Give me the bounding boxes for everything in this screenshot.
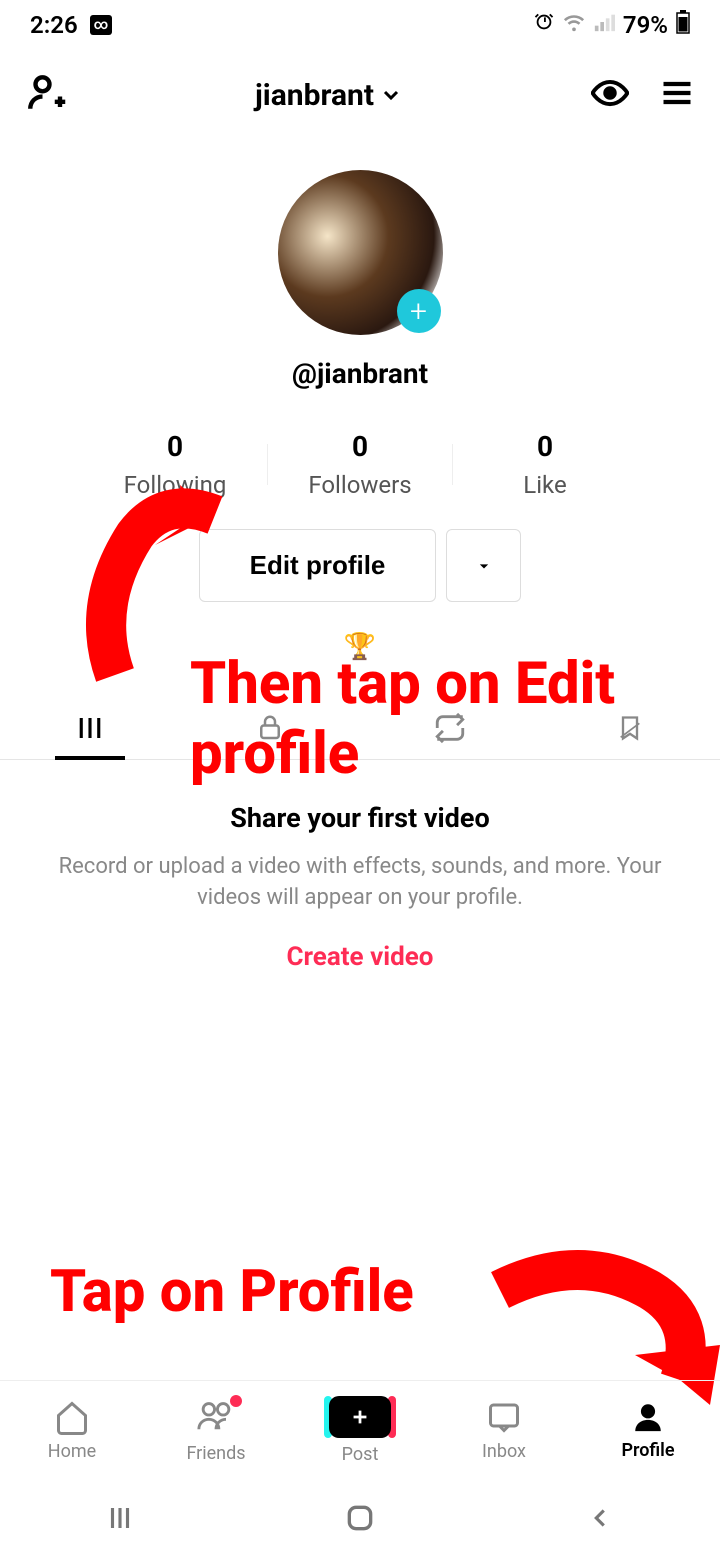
avatar-section: + @jianbrant bbox=[0, 170, 720, 390]
content-tabs bbox=[0, 697, 720, 760]
inbox-icon bbox=[486, 1399, 522, 1435]
post-button-icon bbox=[329, 1396, 391, 1438]
battery-icon bbox=[676, 10, 690, 40]
system-home-button[interactable] bbox=[344, 1502, 376, 1538]
like-label: Like bbox=[453, 471, 638, 499]
followers-stat[interactable]: 0 Followers bbox=[268, 430, 453, 499]
empty-title: Share your first video bbox=[50, 802, 670, 834]
alarm-icon bbox=[533, 11, 555, 39]
bio-trophy: 🏆 bbox=[0, 632, 720, 662]
voicemail-icon: ∞ bbox=[90, 15, 113, 35]
annotation-profile: Tap on Profile bbox=[50, 1258, 414, 1328]
profile-icon bbox=[631, 1400, 665, 1434]
grid-icon bbox=[75, 713, 105, 743]
viewer-button[interactable] bbox=[591, 74, 629, 116]
following-label: Following bbox=[83, 471, 268, 499]
tab-posts[interactable] bbox=[0, 697, 180, 759]
like-stat[interactable]: 0 Like bbox=[453, 430, 638, 499]
friends-notification-dot bbox=[230, 1395, 242, 1407]
nav-post-label: Post bbox=[342, 1444, 379, 1465]
header-username: jianbrant bbox=[255, 78, 374, 113]
status-bar: 2:26 ∞ 79% bbox=[0, 0, 720, 50]
signal-icon bbox=[593, 11, 615, 39]
chevron-down-icon bbox=[379, 83, 403, 107]
profile-more-button[interactable] bbox=[446, 529, 521, 602]
tab-private[interactable] bbox=[180, 697, 360, 759]
status-time: 2:26 bbox=[30, 11, 78, 39]
repost-icon bbox=[433, 711, 467, 745]
following-stat[interactable]: 0 Following bbox=[83, 430, 268, 499]
battery-percent: 79% bbox=[623, 11, 668, 39]
lock-tab-icon bbox=[255, 713, 285, 743]
stats-row: 0 Following 0 Followers 0 Like bbox=[0, 430, 720, 499]
nav-profile[interactable]: Profile bbox=[576, 1381, 720, 1480]
system-recent-button[interactable] bbox=[105, 1503, 135, 1537]
nav-inbox-label: Inbox bbox=[482, 1441, 526, 1462]
system-back-button[interactable] bbox=[585, 1503, 615, 1537]
create-video-button[interactable]: Create video bbox=[50, 942, 670, 972]
empty-description: Record or upload a video with effects, s… bbox=[50, 852, 670, 914]
nav-friends-label: Friends bbox=[186, 1443, 245, 1464]
bottom-nav: Home Friends Post Inbox Profile bbox=[0, 1380, 720, 1480]
wifi-icon bbox=[563, 11, 585, 39]
profile-actions: Edit profile bbox=[0, 529, 720, 602]
edit-profile-button[interactable]: Edit profile bbox=[199, 529, 437, 602]
followers-count: 0 bbox=[268, 430, 453, 463]
avatar-button[interactable]: + bbox=[278, 170, 443, 335]
system-nav bbox=[0, 1480, 720, 1560]
nav-home-label: Home bbox=[48, 1441, 96, 1462]
nav-friends[interactable]: Friends bbox=[144, 1381, 288, 1480]
bookmark-icon bbox=[616, 714, 644, 742]
tab-saved[interactable] bbox=[540, 697, 720, 759]
empty-state: Share your first video Record or upload … bbox=[0, 802, 720, 972]
nav-inbox[interactable]: Inbox bbox=[432, 1381, 576, 1480]
nav-home[interactable]: Home bbox=[0, 1381, 144, 1480]
tab-reposts[interactable] bbox=[360, 697, 540, 759]
caret-down-icon bbox=[474, 556, 494, 576]
top-bar: jianbrant bbox=[0, 50, 720, 140]
avatar-add-icon[interactable]: + bbox=[397, 289, 441, 333]
add-friends-button[interactable] bbox=[25, 72, 67, 118]
nav-post[interactable]: Post bbox=[288, 1381, 432, 1480]
followers-label: Followers bbox=[268, 471, 453, 499]
menu-button[interactable] bbox=[659, 75, 695, 115]
like-count: 0 bbox=[453, 430, 638, 463]
following-count: 0 bbox=[83, 430, 268, 463]
username-selector[interactable]: jianbrant bbox=[255, 78, 403, 113]
profile-handle: @jianbrant bbox=[292, 357, 428, 390]
nav-profile-label: Profile bbox=[621, 1440, 674, 1461]
home-icon bbox=[54, 1399, 90, 1435]
